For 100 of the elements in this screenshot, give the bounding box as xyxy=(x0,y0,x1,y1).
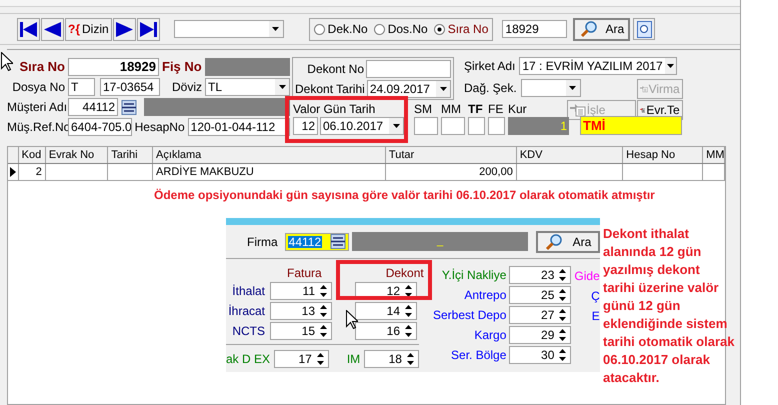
record-number-field[interactable]: 18929 xyxy=(68,58,159,76)
list-icon[interactable] xyxy=(330,234,346,249)
value-date-label: Valor Gün Tarih xyxy=(293,103,376,115)
value-date-dropdown[interactable]: 06.10.2017 xyxy=(320,117,404,135)
number-field[interactable]: 15 xyxy=(270,322,332,340)
caret-icon xyxy=(392,124,400,128)
row-label: Antrepo xyxy=(464,289,506,301)
previous-record-button[interactable] xyxy=(41,18,64,40)
number-field[interactable]: 11 xyxy=(270,282,332,300)
row-label: Ser. Bölge xyxy=(451,349,506,361)
file-number-field[interactable]: 17-03654 xyxy=(100,78,160,96)
distribution-type-dropdown[interactable] xyxy=(520,79,581,97)
number-field[interactable]: 17 xyxy=(274,350,329,368)
number-field[interactable]: 27 xyxy=(509,306,572,324)
column-header[interactable]: MM xyxy=(703,147,726,163)
list-icon[interactable] xyxy=(121,100,137,114)
caret-icon xyxy=(272,27,280,31)
column-header[interactable]: Tarihi xyxy=(108,147,154,163)
spin-arrows-icon[interactable] xyxy=(319,304,328,318)
next-record-button[interactable] xyxy=(112,18,136,40)
number-field[interactable]: 25 xyxy=(509,286,572,304)
small-field[interactable] xyxy=(414,117,438,135)
row-label: İhracat xyxy=(227,305,265,317)
spin-arrows-icon[interactable] xyxy=(406,352,415,366)
left-arrow-icon xyxy=(20,22,37,36)
spin-arrows-icon[interactable] xyxy=(319,284,328,298)
last-record-button[interactable] xyxy=(136,18,160,40)
search-button[interactable]: Ara xyxy=(536,230,600,252)
caret-icon xyxy=(569,86,576,90)
index-button[interactable]: ?{ Dizin xyxy=(65,18,112,40)
column-label: SM xyxy=(414,103,432,115)
search-button[interactable]: Ara xyxy=(573,18,630,40)
column-label: TF xyxy=(468,103,483,115)
company-dropdown[interactable]: 17 : EVRİM YAZILIM 2017 xyxy=(519,57,678,75)
first-record-button[interactable] xyxy=(17,18,40,40)
file-type-field[interactable]: T xyxy=(68,78,95,96)
number-field[interactable]: 13 xyxy=(270,302,332,320)
value-days-field[interactable]: 12 xyxy=(293,117,318,135)
customer-code-field[interactable]: 44112 xyxy=(68,98,118,116)
radio-option[interactable]: Dos.No xyxy=(374,20,428,38)
number-field[interactable]: 16 xyxy=(355,322,417,340)
filter-dropdown[interactable] xyxy=(174,20,284,38)
spin-arrows-icon[interactable] xyxy=(558,288,568,302)
receipt-number-field[interactable] xyxy=(366,60,451,78)
row-label: ak D EX xyxy=(226,353,270,365)
company-label: Şirket Adı xyxy=(464,60,516,72)
small-field[interactable] xyxy=(441,117,465,135)
receipt-number-label: Dekont No xyxy=(307,62,364,74)
spin-arrows-icon[interactable] xyxy=(316,352,325,366)
spin-arrows-icon[interactable] xyxy=(404,324,413,338)
spin-arrows-icon[interactable] xyxy=(404,304,413,318)
search-icon xyxy=(580,20,598,38)
company-code-field[interactable]: 44112 xyxy=(284,232,350,250)
annotation-text: Dekont ithalat alanında 12 gün yazılmış dekont tarihi üzerine valör günü 12 gün eklendiğinde sistem tarihi otomatik olarak 06.10.2017 olarak atacaktır. xyxy=(603,225,735,387)
mouse-cursor-icon xyxy=(1,52,13,71)
row-label: E xyxy=(592,309,600,323)
table-cell: 200,00 xyxy=(479,166,513,178)
distribution-type-label: Dağ. Şek. xyxy=(464,82,517,94)
column-header[interactable]: Hesap No xyxy=(623,147,704,163)
spin-arrows-icon[interactable] xyxy=(558,268,568,282)
column-header[interactable]: Evrak No xyxy=(46,147,108,163)
spin-arrows-icon[interactable] xyxy=(558,328,568,342)
number-field[interactable]: 29 xyxy=(509,326,572,344)
document-icon xyxy=(570,103,586,117)
radio-option[interactable]: Sıra No xyxy=(434,20,488,38)
radio-option[interactable]: Dek.No xyxy=(314,20,368,38)
row-label: Gide xyxy=(574,269,600,283)
number-field[interactable]: 14 xyxy=(355,302,417,320)
column-header[interactable]: Kod xyxy=(18,147,46,163)
row-label: Y.İçi Nakliye xyxy=(442,269,506,281)
spin-arrows-icon[interactable] xyxy=(558,308,568,322)
number-field[interactable]: 18 xyxy=(364,350,419,368)
voucher-number-field[interactable] xyxy=(204,58,290,76)
search-field[interactable]: 18929 xyxy=(502,20,568,38)
voucher-number-label: Fiş No xyxy=(162,60,202,73)
spin-arrows-icon[interactable] xyxy=(404,284,413,298)
small-field[interactable] xyxy=(488,117,505,135)
left-arrow-icon xyxy=(44,22,61,36)
number-field[interactable]: 23 xyxy=(509,266,572,284)
currency-label: Döviz xyxy=(172,81,202,93)
row-label: İthalat xyxy=(231,285,265,297)
exchange-rate-label: Kur xyxy=(508,103,527,115)
account-number-field[interactable]: 120-01-044-112 xyxy=(188,118,290,136)
customer-label: Müşteri Adı xyxy=(7,101,65,113)
currency-dropdown[interactable]: TL xyxy=(205,78,290,96)
small-field[interactable] xyxy=(468,117,485,135)
caret-icon xyxy=(440,86,446,90)
column-header[interactable]: Tutar xyxy=(386,147,517,163)
caret-icon xyxy=(667,64,674,68)
spin-arrows-icon[interactable] xyxy=(558,348,568,362)
number-field[interactable]: 30 xyxy=(509,346,572,364)
column-header[interactable]: Açıklama xyxy=(153,147,386,163)
column-label: FE xyxy=(488,103,504,115)
spin-arrows-icon[interactable] xyxy=(319,324,328,338)
receipt-date-dropdown[interactable]: 24.09.2017 xyxy=(366,80,451,98)
right-arrow-icon xyxy=(116,22,133,36)
annotation-text: Ödeme opsiyonundaki gün sayısına göre valör tarihi 06.10.2017 olarak otomatik atmıştır xyxy=(154,187,656,204)
column-header[interactable]: KDV xyxy=(516,147,624,163)
preview-button[interactable] xyxy=(633,18,656,40)
invoice-column-header: Fatura xyxy=(287,267,322,281)
